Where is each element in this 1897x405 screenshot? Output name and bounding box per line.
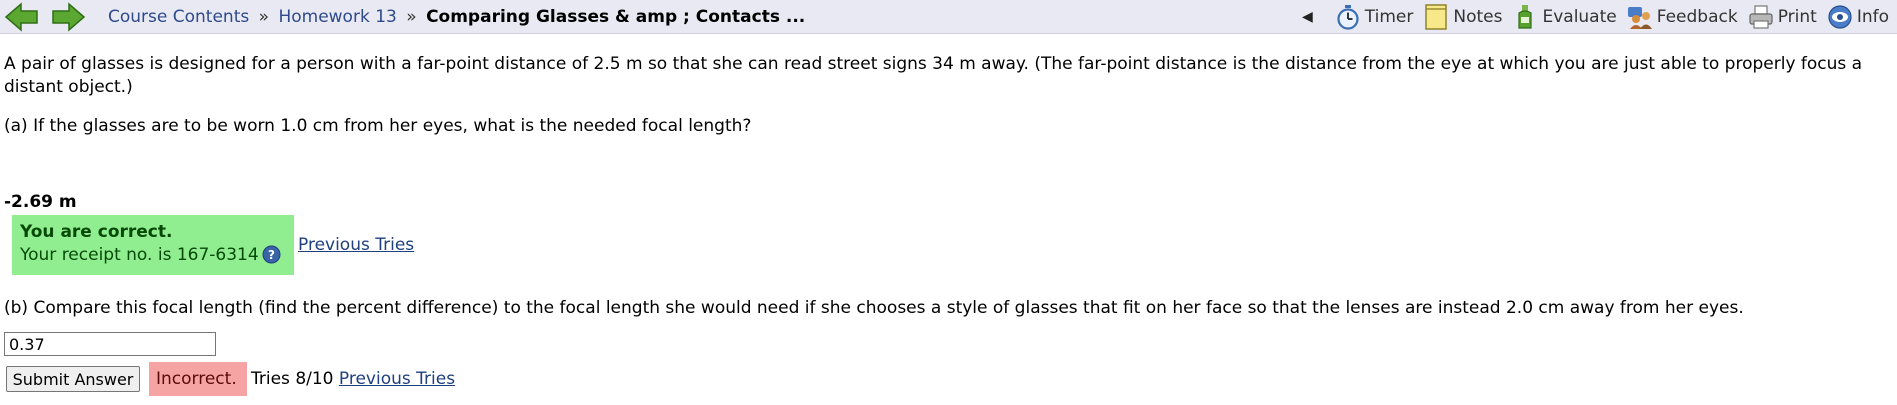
evaluate-label: Evaluate	[1542, 7, 1617, 27]
toolbar: ◀ Timer Notes Evaluate Feedback Print In…	[1302, 3, 1889, 31]
feedback-label: Feedback	[1656, 7, 1738, 27]
breadcrumb-separator: »	[406, 7, 417, 27]
timer-label: Timer	[1364, 7, 1414, 27]
forward-arrow-icon[interactable]	[50, 1, 86, 33]
notes-button[interactable]: Notes	[1423, 4, 1502, 30]
incorrect-status-badge: Incorrect.	[149, 362, 247, 396]
svg-text:?: ?	[268, 248, 275, 262]
breadcrumb: Course Contents » Homework 13 » Comparin…	[108, 7, 805, 27]
receipt-text: Your receipt no. is 167-6314	[20, 245, 259, 265]
part-a-previous-tries-link[interactable]: Previous Tries	[298, 235, 414, 255]
breadcrumb-current-page: Comparing Glasses & amp ; Contacts ...	[426, 7, 806, 27]
info-eye-icon	[1827, 4, 1853, 30]
help-question-icon[interactable]: ?	[262, 245, 281, 264]
top-navigation-bar: Course Contents » Homework 13 » Comparin…	[0, 0, 1897, 34]
printer-icon	[1748, 4, 1774, 30]
part-b-previous-tries-link[interactable]: Previous Tries	[339, 369, 455, 389]
print-label: Print	[1777, 7, 1817, 27]
stopwatch-icon	[1335, 4, 1361, 30]
part-a-answer: -2.69 m	[4, 192, 77, 212]
part-a-question: (a) If the glasses are to be worn 1.0 cm…	[4, 116, 752, 136]
info-label: Info	[1856, 7, 1889, 27]
breadcrumb-course-contents[interactable]: Course Contents	[108, 7, 249, 27]
part-b-question: (b) Compare this focal length (find the …	[4, 298, 1744, 318]
info-button[interactable]: Info	[1827, 4, 1889, 30]
part-b-answer-input[interactable]	[4, 332, 216, 356]
evaluate-button[interactable]: Evaluate	[1512, 4, 1617, 30]
back-arrow-icon[interactable]	[4, 1, 40, 33]
evaluate-bottle-icon	[1512, 4, 1538, 30]
correct-status-text: You are correct.	[20, 222, 173, 242]
feedback-button[interactable]: Feedback	[1627, 4, 1738, 30]
receipt-line: Your receipt no. is 167-6314?	[20, 243, 286, 267]
tries-count: Tries 8/10	[251, 369, 334, 389]
timer-button[interactable]: Timer	[1335, 4, 1414, 30]
problem-statement: A pair of glasses is designed for a pers…	[4, 54, 1863, 97]
print-button[interactable]: Print	[1748, 4, 1817, 30]
submit-answer-button[interactable]: Submit Answer	[6, 366, 140, 392]
correct-status-box: You are correct. Your receipt no. is 167…	[12, 215, 294, 275]
breadcrumb-separator: »	[258, 7, 270, 27]
notes-label: Notes	[1453, 7, 1503, 27]
collapse-toolbar-icon[interactable]: ◀	[1302, 9, 1313, 25]
part-b-tries-line: Tries 8/10 Previous Tries	[251, 369, 455, 389]
breadcrumb-homework[interactable]: Homework 13	[278, 7, 396, 27]
notepad-icon	[1423, 4, 1449, 30]
feedback-people-icon	[1627, 4, 1653, 30]
